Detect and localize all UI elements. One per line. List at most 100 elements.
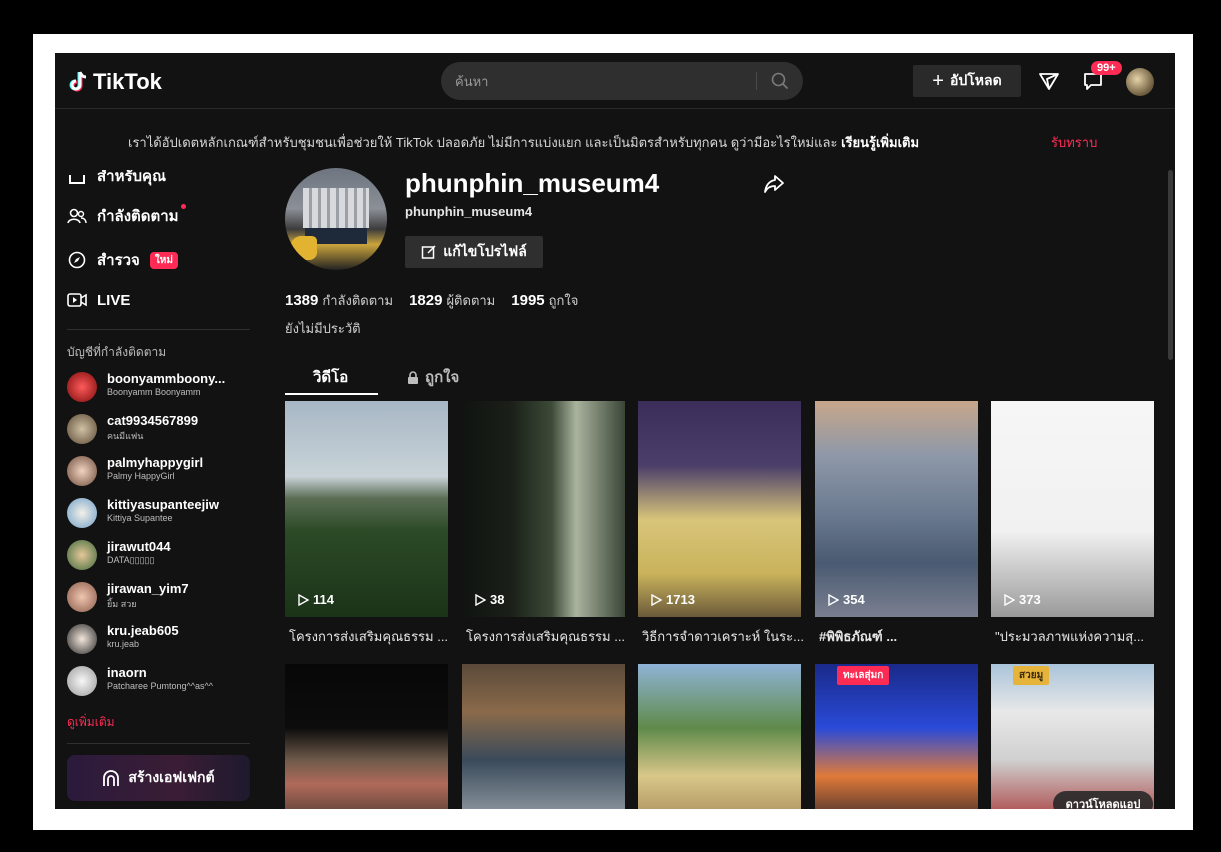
sidebar-item-live[interactable]: LIVE <box>67 290 130 310</box>
view-count: 38 <box>474 592 504 607</box>
play-icon <box>298 593 309 606</box>
tiktok-window: TikTok + อัปโหลด <box>55 53 1175 809</box>
search-button[interactable] <box>757 62 803 100</box>
tab-videos[interactable]: วิดีโอ <box>313 365 348 389</box>
account-username: jirawan_yim7 <box>107 581 189 596</box>
account-name: Boonyamm Boonyamm <box>107 387 201 397</box>
people-icon <box>67 206 87 226</box>
active-tab-indicator <box>285 393 378 395</box>
video-thumbnail[interactable] <box>462 664 625 809</box>
followers-stat[interactable]: 1829 ผู้ติดตาม <box>409 290 495 311</box>
account-name: Kittiya Supantee <box>107 513 173 523</box>
video-thumbnail[interactable]: 373 <box>991 401 1154 617</box>
upload-label: อัปโหลด <box>949 72 1002 88</box>
play-icon <box>651 593 662 606</box>
user-avatar[interactable] <box>1126 68 1154 96</box>
nav-label-live: LIVE <box>97 291 131 309</box>
top-header: TikTok + อัปโหลด <box>55 53 1175 109</box>
create-effect-button[interactable]: สร้างเอฟเฟกต์ <box>67 755 250 801</box>
create-effect-label: สร้างเอฟเฟกต์ <box>128 769 215 785</box>
account-name: คนมีแฟน <box>107 431 144 441</box>
sidebar: สำหรับคุณ กำลังติดตาม สำรวจ ใหม่ LIVE บั… <box>55 170 265 809</box>
learn-more-link[interactable]: เรียนรู้เพิ่มเติม <box>841 135 919 150</box>
account-username: kittiyasupanteejiw <box>107 497 219 512</box>
scrollbar[interactable] <box>1168 170 1173 360</box>
nav-label-for-you: สำหรับคุณ <box>97 170 166 185</box>
lock-icon <box>408 370 418 384</box>
video-tag: ทะเลสุ่มก <box>837 666 890 685</box>
video-thumbnail[interactable]: ทะเลสุ่มก <box>815 664 978 809</box>
edit-profile-button[interactable]: แก้ไขโปรไฟล์ <box>405 236 543 268</box>
video-caption[interactable]: โครงการส่งเสริมคุณธรรม ... <box>289 626 452 647</box>
upload-button[interactable]: + อัปโหลด <box>913 65 1021 97</box>
dismiss-banner-button[interactable]: รับทราบ <box>1051 132 1097 153</box>
video-tag: สวยมู <box>1013 666 1050 685</box>
account-name: DATA▯▯▯▯▯ <box>107 555 155 565</box>
effect-icon <box>103 770 120 786</box>
account-username: inaorn <box>107 665 147 680</box>
account-username: jirawut044 <box>107 539 171 554</box>
tab-liked-label: ถูกใจ <box>425 369 460 386</box>
avatar-shape <box>291 236 317 260</box>
account-item[interactable]: kru.jeab605 kru.jeab <box>67 620 257 658</box>
account-item[interactable]: cat9934567899 คนมีแฟน <box>67 410 257 448</box>
avatar <box>67 414 97 444</box>
logo-text: TikTok <box>93 69 162 94</box>
avatar <box>67 456 97 486</box>
view-count-text: 354 <box>843 592 865 607</box>
video-thumbnail[interactable]: สวยมู <box>991 664 1154 809</box>
download-app-button[interactable]: ดาวน์โหลดแอป <box>1053 791 1153 809</box>
avatar <box>67 666 97 696</box>
profile-avatar <box>285 168 387 270</box>
video-caption[interactable]: โครงการส่งเสริมคุณธรรม ... <box>466 626 629 647</box>
video-caption[interactable]: #พิพิธภัณฑ์ ... <box>819 626 982 647</box>
video-thumbnail[interactable]: 1713 <box>638 401 801 617</box>
share-icon[interactable] <box>763 173 787 197</box>
sidebar-item-following[interactable]: กำลังติดตาม <box>67 204 186 228</box>
video-thumbnail[interactable]: 114 <box>285 401 448 617</box>
view-count-text: 1713 <box>666 592 695 607</box>
account-username: cat9934567899 <box>107 413 199 428</box>
play-icon <box>1004 593 1015 606</box>
profile-username: phunphin_museum4 <box>405 168 660 198</box>
sidebar-item-explore[interactable]: สำรวจ ใหม่ <box>67 248 178 272</box>
tab-liked[interactable]: ถูกใจ <box>407 365 459 389</box>
video-thumbnail[interactable] <box>638 664 801 809</box>
account-item[interactable]: kittiyasupanteejiw Kittiya Supantee <box>67 494 257 532</box>
account-name: Patcharee Pumtong^^as^^ <box>107 681 213 691</box>
play-icon <box>828 593 839 606</box>
followers-count: 1829 <box>409 292 443 309</box>
inbox-send-icon[interactable] <box>1035 67 1063 95</box>
view-count: 373 <box>1003 592 1041 607</box>
video-caption[interactable]: วิธีการจำดาวเคราะห์ ในระ... <box>642 626 805 647</box>
search-bar <box>441 62 803 100</box>
sidebar-item-for-you[interactable]: สำหรับคุณ <box>67 170 166 188</box>
avatar <box>67 498 97 528</box>
account-username: kru.jeab605 <box>107 623 179 638</box>
video-thumbnail[interactable] <box>285 664 448 809</box>
account-item[interactable]: jirawan_yim7 ยิ้ม สวย <box>67 578 257 616</box>
avatar <box>67 582 97 612</box>
avatar <box>67 540 97 570</box>
video-thumbnail[interactable]: 354 <box>815 401 978 617</box>
video-thumbnail[interactable]: 38 <box>462 401 625 617</box>
video-caption[interactable]: "ประมวลภาพแห่งความสุ... <box>995 626 1158 647</box>
account-item[interactable]: jirawut044 DATA▯▯▯▯▯ <box>67 536 257 574</box>
account-username: palmyhappygirl <box>107 455 204 470</box>
new-dot <box>180 204 186 209</box>
view-count-text: 373 <box>1019 592 1041 607</box>
view-count: 114 <box>297 592 334 607</box>
outer-frame: TikTok + อัปโหลด <box>0 0 1221 852</box>
edit-profile-label: แก้ไขโปรไฟล์ <box>443 243 527 259</box>
following-stat[interactable]: 1389 กำลังติดตาม <box>285 290 393 311</box>
see-more-link[interactable]: ดูเพิ่มเติม <box>67 713 115 732</box>
tiktok-logo[interactable]: TikTok <box>69 69 162 95</box>
avatar <box>67 624 97 654</box>
account-item[interactable]: palmyhappygirl Palmy HappyGirl <box>67 452 257 490</box>
banner-text: เราได้อัปเดตหลักเกณฑ์สำหรับชุมชนเพื่อช่ว… <box>128 132 919 153</box>
plus-icon: + <box>932 70 944 92</box>
likes-count: 1995 <box>511 292 545 309</box>
account-item[interactable]: boonyammboony... Boonyamm Boonyamm <box>67 368 257 406</box>
search-input[interactable] <box>455 62 745 100</box>
account-item[interactable]: inaorn Patcharee Pumtong^^as^^ <box>67 662 257 700</box>
